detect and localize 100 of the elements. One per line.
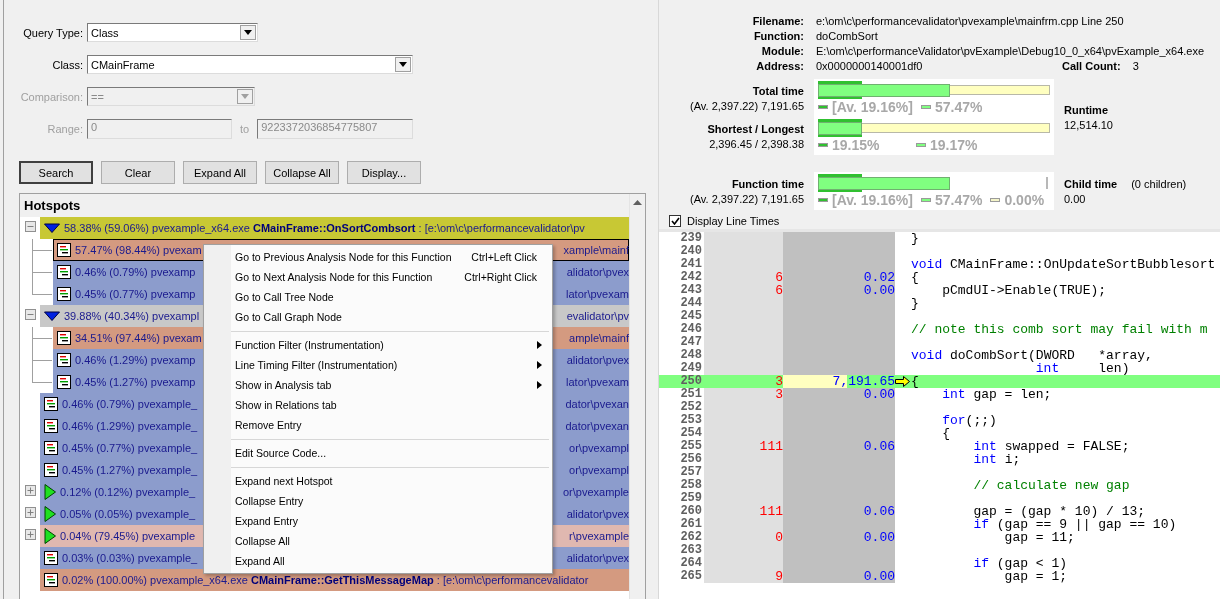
detail-label: Function: <box>752 30 804 42</box>
hotspot-text: 34.51% (97.44%) pvexam <box>75 332 202 344</box>
code-line: void doCombSort(DWORD *array, <box>911 348 1153 363</box>
hotspot-text: or\pvexample <box>562 486 629 498</box>
code-line: for(;;) <box>941 413 997 428</box>
hotspot-text: 0.46% (0.79%) pvexamp <box>75 266 196 278</box>
line-number: 252 <box>679 401 703 414</box>
field-label: Range: <box>46 123 83 135</box>
line-time: 0.00 <box>863 530 895 545</box>
hotspot-text: 0.46% (1.29%) pvexamp <box>75 354 196 366</box>
line-number: 256 <box>679 453 703 466</box>
meter-value: 2,396.45 / 2,398.38 <box>709 137 804 150</box>
detail-label: Module: <box>760 45 804 57</box>
hotspot-text: 0.45% (0.77%) pvexamp <box>75 288 196 300</box>
detail-label: Call Count: <box>1062 60 1121 72</box>
line-number: 253 <box>679 414 703 427</box>
hotspot-text: evalidator\pv <box>566 310 629 322</box>
legend-text: 0.00% <box>1004 192 1045 208</box>
line-number: 248 <box>679 349 703 362</box>
line-number: 264 <box>679 557 703 570</box>
line-time: 0.06 <box>863 439 895 454</box>
hotspot-text: or\pvexampl <box>569 464 629 476</box>
code-line: } <box>911 232 919 246</box>
code-line: { <box>911 374 919 389</box>
code-line: // note this comb sort may fail with m <box>911 322 1208 337</box>
shortcut-text: Ctrl+Right Click <box>463 271 538 283</box>
legend-text: 19.15% <box>832 137 880 153</box>
line-number: 263 <box>679 544 703 557</box>
line-number: 247 <box>679 336 703 349</box>
legend-text: 57.47% <box>934 192 983 208</box>
legend-text: [Av. 19.16%] <box>832 192 913 208</box>
line-time: 0.00 <box>863 283 895 298</box>
line-number: 265 <box>679 570 703 583</box>
hotspot-text: 58.38% (59.06%) pvexample_x64.exe CMainFrame::OnSortCombsort : [e:\om\c\performancevalidator\pv <box>64 222 585 234</box>
line-number: 246 <box>679 323 703 336</box>
hotspot-text: alidator\pvex <box>566 552 629 564</box>
detail-value: 0x0000000140001df0 <box>816 60 924 72</box>
hotspot-text: 0.46% (0.79%) pvexample_ <box>62 398 198 410</box>
code-line: } <box>911 296 919 311</box>
hotspot-text: 0.02% (100.00%) pvexample_x64.exe CMainFrame::GetThisMessageMap : [e:\om\c\performancevalidator <box>62 574 589 586</box>
legend-text: 57.47% <box>934 99 983 115</box>
summary-title: Child time <box>1064 177 1118 190</box>
hotspot-text: 39.88% (40.34%) pvexampl <box>64 310 200 322</box>
line-time: 0.02 <box>863 270 895 285</box>
hit-count-cell: 111 <box>704 440 783 453</box>
summary-title: Runtime <box>1064 103 1108 116</box>
line-time: 7,191.65 <box>832 374 895 389</box>
line-number: 249 <box>679 362 703 375</box>
legend-text: [Av. 19.16%] <box>832 99 913 115</box>
line-time: 0.00 <box>863 387 895 402</box>
line-time: 0.00 <box>863 569 895 584</box>
hotspot-text: dator\pvexan <box>565 398 629 410</box>
line-number: 239 <box>679 232 703 245</box>
hotspot-text: alidator\pvex <box>566 354 629 366</box>
hotspot-text: 0.46% (1.29%) pvexample_ <box>62 420 198 432</box>
hotspot-text: 0.45% (1.27%) pvexamp <box>75 376 196 388</box>
hit-count-cell: 3 <box>704 388 783 401</box>
field-label: Query Type: <box>22 26 83 39</box>
line-number: 257 <box>679 466 703 479</box>
code-line: int len) <box>1035 361 1130 376</box>
meter-title: Total time <box>752 84 804 97</box>
line-time: 0.06 <box>863 504 895 519</box>
hotspot-text: dator\pvexan <box>565 420 629 432</box>
line-number: 254 <box>679 427 703 440</box>
line-number: 250 <box>679 375 703 388</box>
detail-label: Filename: <box>751 15 804 27</box>
field-label: Comparison: <box>19 90 83 103</box>
line-number: 245 <box>679 310 703 323</box>
detail-value: e:\om\c\performancevalidator\pvexample\mainfrm.cpp Line 250 <box>816 15 1125 27</box>
hit-count-cell: 9 <box>704 570 783 583</box>
detail-value: 3 <box>1132 60 1139 72</box>
code-line: if (gap == 9 || gap == 10) <box>972 517 1177 532</box>
shortcut-text: Ctrl+Left Click <box>470 251 538 263</box>
hotspot-text: 57.47% (98.44%) pvexam <box>75 244 202 256</box>
hotspot-text: 0.45% (0.77%) pvexample_ <box>62 442 198 454</box>
hotspot-text: 0.12% (0.12%) pvexample_ <box>60 486 196 498</box>
field-label: Class: <box>51 58 83 71</box>
meter-title: Shortest / Longest <box>707 122 804 135</box>
line-number: 240 <box>679 245 703 258</box>
line-number: 243 <box>679 284 703 297</box>
code-line: gap = 1; <box>1004 569 1068 584</box>
hit-count-cell: 6 <box>704 271 783 284</box>
detail-value: E:\om\c\performanceValidator\pvExample\Debug10_0_x64\pvExample_x64.exe <box>816 45 1206 57</box>
line-number: 259 <box>679 492 703 505</box>
code-line: gap = 11; <box>1004 530 1075 545</box>
code-line: { <box>911 270 919 285</box>
summary-value: 12,514.10 <box>1064 118 1114 131</box>
hotspot-text: r\pvexample <box>569 530 629 542</box>
line-number: 251 <box>679 388 703 401</box>
code-line: int swapped = FALSE; <box>972 439 1130 454</box>
hotspot-text: 0.03% (0.03%) pvexample_ <box>62 552 198 564</box>
code-line: { <box>941 426 950 441</box>
detail-value: doCombSort <box>816 30 879 42</box>
code-line: pCmdUI->Enable(TRUE); <box>941 283 1107 298</box>
hit-count-cell: 0 <box>704 531 783 544</box>
panel-title: Hotspots <box>20 194 629 217</box>
line-number: 262 <box>679 531 703 544</box>
line-number: 242 <box>679 271 703 284</box>
line-number: 260 <box>679 505 703 518</box>
summary-value: 0.00 <box>1064 192 1087 205</box>
